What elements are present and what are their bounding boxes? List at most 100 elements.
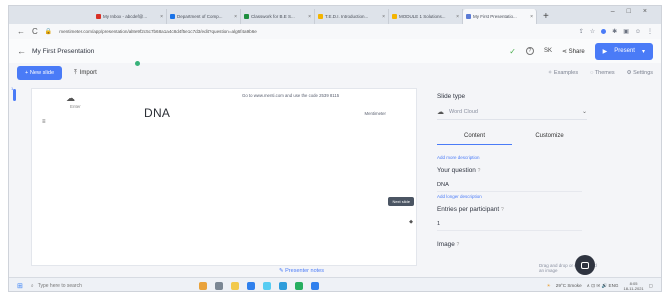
app-icon[interactable] bbox=[198, 281, 207, 290]
windows-start-icon[interactable]: ⊞ bbox=[17, 282, 23, 290]
drag-handle-icon[interactable]: ≡ bbox=[42, 119, 46, 125]
slide-thumbnail-selected[interactable] bbox=[13, 89, 16, 101]
task-view-icon[interactable] bbox=[214, 281, 223, 290]
back-icon[interactable]: ← bbox=[17, 46, 26, 56]
tab-label: My Inbox - abcdef@... bbox=[103, 14, 148, 19]
upload-icon: ⤒ bbox=[74, 69, 77, 76]
weather-icon: ☀ bbox=[546, 282, 551, 288]
slide-canvas[interactable]: ☁ Enter ≡ Go to www.menti.com and use th… bbox=[31, 88, 417, 266]
window-controls: – □ × bbox=[611, 8, 647, 15]
settings-label: Settings bbox=[633, 70, 653, 76]
clock[interactable]: 8:05 18-11-2021 bbox=[623, 281, 643, 291]
maximize-button[interactable]: □ bbox=[627, 8, 631, 15]
chevron-down-icon: ⌄ bbox=[581, 109, 587, 115]
slide-question: DNA bbox=[144, 106, 171, 120]
app-icon[interactable] bbox=[310, 281, 319, 290]
browser-extensions: ⇪ ☆ ✱ ▣ ☺ ⋮ bbox=[579, 28, 653, 36]
close-icon[interactable]: × bbox=[382, 14, 385, 20]
extension-icon[interactable] bbox=[601, 29, 607, 34]
close-icon[interactable]: × bbox=[456, 14, 459, 20]
your-question-text: Your question bbox=[437, 167, 476, 174]
resize-handle-icon[interactable]: ◆ bbox=[409, 219, 413, 225]
user-avatar[interactable]: SK bbox=[544, 48, 552, 54]
present-button[interactable]: ▶ Present ▾ bbox=[594, 42, 653, 60]
close-icon[interactable]: × bbox=[530, 14, 533, 20]
notification-icon[interactable]: ▢ bbox=[649, 283, 653, 289]
clock-date: 18-11-2021 bbox=[623, 285, 644, 291]
minimize-button[interactable]: – bbox=[611, 8, 615, 15]
browser-tab-active[interactable]: My First Presentatio... × bbox=[463, 9, 537, 24]
chat-support-button[interactable] bbox=[575, 255, 595, 275]
window-icon[interactable]: ▣ bbox=[623, 28, 629, 35]
slide-type-caption: Enter bbox=[70, 104, 81, 109]
app-header: ← My First Presentation ✓ ? SK ⋖ Share ▶… bbox=[9, 39, 661, 63]
new-tab-button[interactable]: + bbox=[543, 9, 549, 24]
close-icon[interactable]: × bbox=[308, 14, 311, 20]
examples-button[interactable]: ✧ Examples bbox=[548, 70, 578, 76]
share-page-icon[interactable]: ⇪ bbox=[579, 28, 584, 35]
toolbar-right: ✧ Examples ◌ Themes ⚙ Settings bbox=[548, 70, 653, 76]
tab-label: T.E.D.I. Introduction... bbox=[325, 14, 369, 19]
chevron-down-icon[interactable]: ▾ bbox=[642, 48, 645, 55]
presenter-notes-button[interactable]: ✎ Presenter notes bbox=[279, 268, 324, 274]
slide-type-select[interactable]: ☁ Word Cloud ⌄ bbox=[437, 104, 587, 120]
close-window-button[interactable]: × bbox=[643, 8, 647, 15]
edge-icon[interactable] bbox=[246, 281, 255, 290]
themes-label: Themes bbox=[594, 70, 615, 76]
tab-customize[interactable]: Customize bbox=[512, 133, 587, 145]
settings-button[interactable]: ⚙ Settings bbox=[627, 70, 653, 76]
join-instructions: Go to www.menti.com and use the code 253… bbox=[242, 93, 340, 98]
chat-icon bbox=[581, 261, 589, 269]
present-label: Present bbox=[614, 48, 635, 54]
mail-icon[interactable] bbox=[278, 281, 287, 290]
browser-tab[interactable]: T.E.D.I. Introduction... × bbox=[315, 9, 389, 24]
presentation-title[interactable]: My First Presentation bbox=[32, 48, 94, 55]
info-icon[interactable]: ? bbox=[478, 168, 481, 174]
tab-favicon-icon bbox=[392, 14, 397, 19]
slide-list: 1 bbox=[9, 83, 27, 273]
tab-label: MODULE 1 Solutions... bbox=[399, 14, 446, 19]
tab-content[interactable]: Content bbox=[437, 133, 512, 145]
import-button[interactable]: ⤒ Import bbox=[74, 70, 97, 77]
url-input[interactable]: mentimeter.com/app/presentation/al8e9f2c… bbox=[59, 29, 359, 34]
share-button[interactable]: ⋖ Share bbox=[562, 48, 585, 55]
image-label: Image ? bbox=[437, 241, 459, 248]
add-description-link[interactable]: Add more description bbox=[437, 155, 480, 160]
browser-tab[interactable]: MODULE 1 Solutions... × bbox=[389, 9, 463, 24]
refresh-icon[interactable]: C bbox=[32, 27, 38, 36]
word-cloud-icon: ☁ bbox=[437, 108, 444, 116]
taskbar-search-placeholder: Type here to search bbox=[37, 282, 82, 289]
file-explorer-icon[interactable] bbox=[230, 281, 239, 290]
profile-icon[interactable]: ☺ bbox=[635, 29, 641, 35]
new-slide-button[interactable]: + New slide bbox=[17, 66, 63, 80]
address-bar: ← C 🔒 mentimeter.com/app/presentation/al… bbox=[9, 24, 661, 39]
back-arrow-icon[interactable]: ← bbox=[17, 27, 25, 36]
taskbar-search[interactable]: ⌕ Type here to search bbox=[31, 283, 151, 289]
tab-label: Department of Comp... bbox=[177, 14, 223, 19]
extensions-puzzle-icon[interactable]: ✱ bbox=[612, 28, 617, 35]
add-longer-description-link[interactable]: Add longer description bbox=[437, 194, 482, 199]
star-icon[interactable]: ☆ bbox=[590, 28, 595, 35]
browser-tab[interactable]: Department of Comp... × bbox=[167, 9, 241, 24]
info-icon[interactable]: ? bbox=[501, 207, 504, 213]
your-question-label: Your question ? bbox=[437, 167, 480, 174]
tray-icons[interactable]: ∧ ⊡ ✉ 🔊 ENG bbox=[587, 283, 619, 289]
next-slide-tooltip[interactable]: Next slide bbox=[388, 197, 414, 206]
close-icon[interactable]: × bbox=[160, 14, 163, 20]
saved-check-icon: ✓ bbox=[509, 46, 516, 56]
themes-button[interactable]: ◌ Themes bbox=[590, 70, 615, 76]
tab-favicon-icon bbox=[96, 14, 101, 19]
store-icon[interactable] bbox=[262, 281, 271, 290]
info-icon[interactable]: ? bbox=[457, 242, 460, 248]
menu-dots-icon[interactable]: ⋮ bbox=[647, 28, 653, 35]
entries-label: Entries per participant ? bbox=[437, 206, 504, 213]
help-icon[interactable]: ? bbox=[525, 47, 534, 55]
weather-text[interactable]: 29°C Smoke bbox=[556, 283, 582, 288]
browser-tab[interactable]: Classwork for B.E S... × bbox=[241, 9, 315, 24]
entries-input[interactable]: 1 bbox=[437, 217, 582, 231]
browser-tab[interactable]: My Inbox - abcdef@... × bbox=[93, 9, 167, 24]
chrome-icon[interactable] bbox=[294, 281, 303, 290]
import-label: Import bbox=[79, 70, 97, 76]
close-icon[interactable]: × bbox=[234, 14, 237, 20]
question-input[interactable]: DNA bbox=[437, 178, 582, 192]
